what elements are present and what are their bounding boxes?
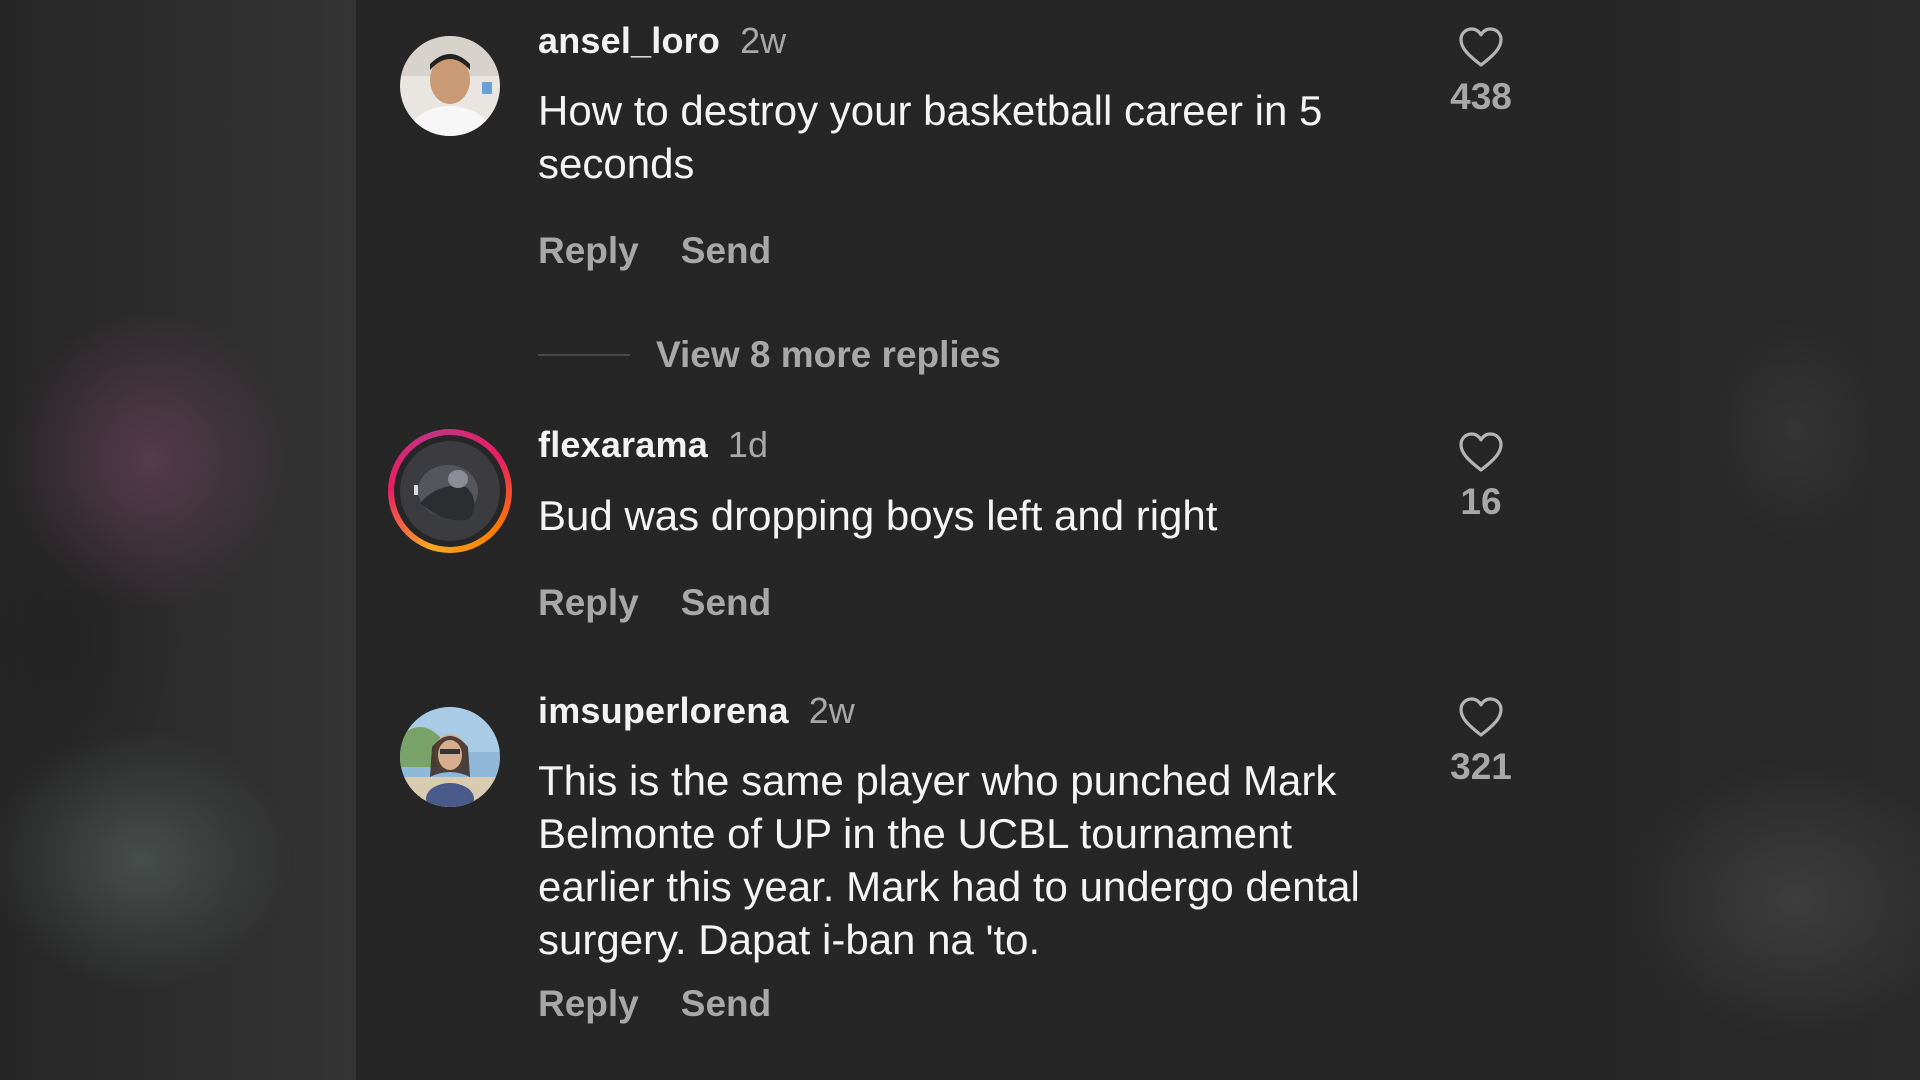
like-count: 16 — [1460, 481, 1502, 522]
like-control: 321 — [1416, 696, 1546, 788]
heart-outline-icon[interactable] — [1458, 696, 1504, 738]
avatar[interactable] — [400, 36, 500, 136]
comment-actions: Reply Send — [538, 983, 813, 1025]
avatar[interactable] — [400, 441, 500, 541]
comments-screen: ansel_loro 2w How to destroy your basketb… — [0, 0, 1920, 1080]
timestamp: 1d — [727, 424, 768, 465]
timestamp: 2w — [740, 20, 787, 61]
username[interactable]: imsuperlorena — [538, 690, 789, 731]
send-button[interactable]: Send — [681, 230, 771, 271]
timestamp: 2w — [808, 690, 855, 731]
comments-panel[interactable]: ansel_loro 2w How to destroy your basketb… — [356, 0, 1564, 1080]
blurred-background-left — [0, 0, 356, 1080]
reply-button[interactable]: Reply — [538, 582, 639, 623]
like-control: 16 — [1416, 431, 1546, 523]
comment-text: Bud was dropping boys left and right — [538, 492, 1218, 539]
username[interactable]: ansel_loro — [538, 20, 720, 61]
like-count: 321 — [1450, 746, 1512, 787]
comment-text: How to destroy your basketball career in… — [538, 87, 1323, 187]
reply-button[interactable]: Reply — [538, 230, 639, 271]
blurred-background-right — [1564, 0, 1920, 1080]
comment-actions: Reply Send — [538, 230, 813, 272]
comment-header: flexarama 1d — [538, 424, 768, 466]
username[interactable]: flexarama — [538, 424, 708, 465]
comment-header: imsuperlorena 2w — [538, 690, 855, 732]
heart-outline-icon[interactable] — [1458, 26, 1504, 68]
story-ring[interactable] — [388, 429, 512, 553]
like-control: 438 — [1416, 26, 1546, 118]
view-more-replies-label[interactable]: View 8 more replies — [656, 334, 1001, 375]
comment-header: ansel_loro 2w — [538, 20, 786, 62]
avatar[interactable] — [400, 707, 500, 807]
view-more-replies[interactable]: View 8 more replies — [538, 334, 1001, 376]
comment-text: This is the same player who punched Mark… — [538, 757, 1360, 963]
heart-outline-icon[interactable] — [1458, 431, 1504, 473]
reply-button[interactable]: Reply — [538, 983, 639, 1024]
divider-line — [538, 354, 630, 356]
send-button[interactable]: Send — [681, 582, 771, 623]
comment-actions: Reply Send — [538, 582, 813, 624]
send-button[interactable]: Send — [681, 983, 771, 1024]
like-count: 438 — [1450, 76, 1512, 117]
